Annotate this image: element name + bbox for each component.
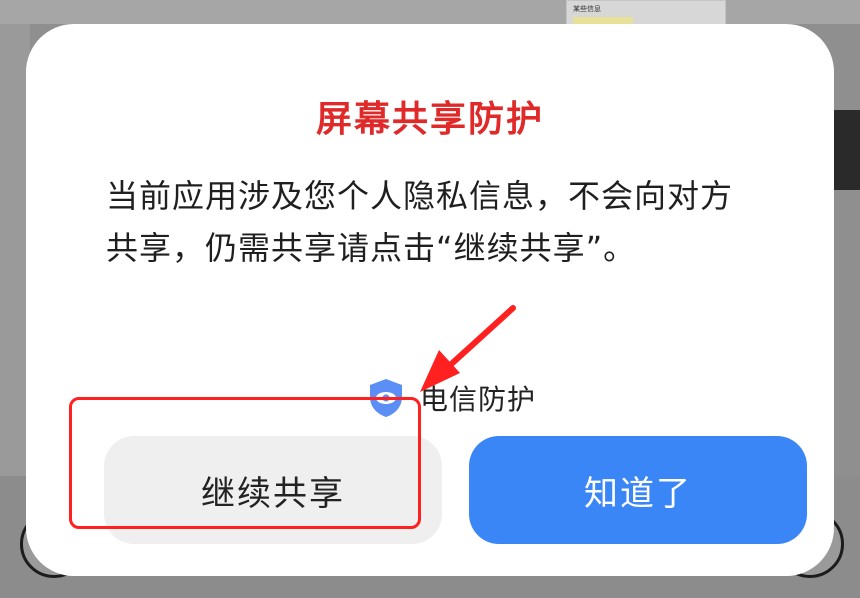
background-thumbnail-text: 某些信息 [573, 5, 601, 13]
got-it-button[interactable]: 知道了 [469, 436, 807, 544]
telecom-protection-badge: 电信防护 [368, 378, 536, 418]
badge-label: 电信防护 [420, 383, 537, 416]
background-top-strip [0, 0, 860, 24]
background-right-edge [832, 110, 860, 190]
dialog-message: 当前应用涉及您个人隐私信息，不会向对方共享，仍需共享请点击“继续共享”。 [106, 177, 734, 267]
shield-eye-icon [370, 379, 402, 417]
screen-share-protection-dialog: 屏幕共享防护 当前应用涉及您个人隐私信息，不会向对方共享，仍需共享请点击“继续共… [26, 24, 834, 576]
dialog-title: 屏幕共享防护 [315, 99, 544, 140]
continue-sharing-button[interactable]: 继续共享 [104, 436, 442, 544]
